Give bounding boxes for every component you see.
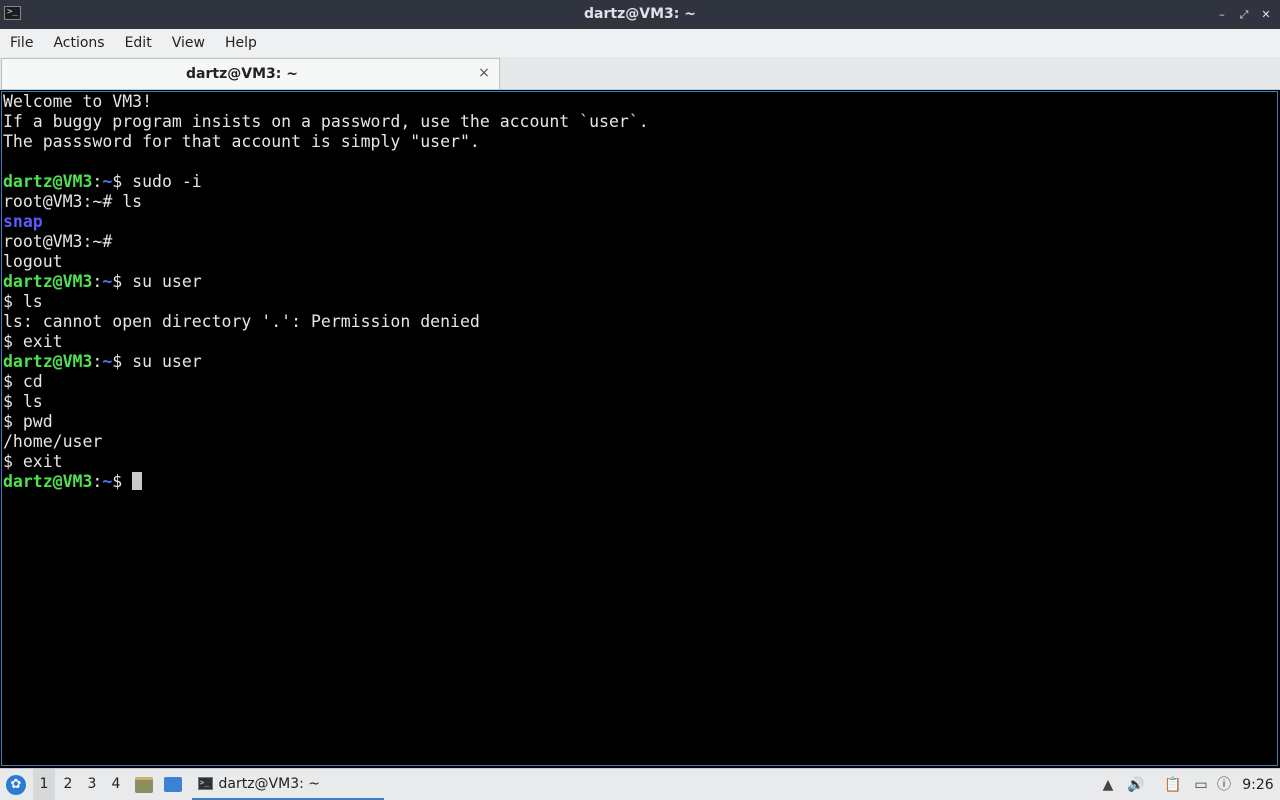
terminal-text: root@VM3:~# ls bbox=[3, 192, 143, 211]
terminal-text: : bbox=[92, 472, 103, 491]
terminal-text: ~ bbox=[102, 352, 113, 371]
clock[interactable]: 9:26 bbox=[1242, 777, 1273, 793]
terminal-text: ~ bbox=[102, 472, 113, 491]
terminal-text: : bbox=[92, 272, 103, 291]
workspace-1[interactable]: 1 bbox=[33, 769, 55, 800]
terminal-text: ~ bbox=[102, 272, 113, 291]
terminal-line: root@VM3:~# ls bbox=[3, 192, 1277, 212]
terminal-line: dartz@VM3:~$ sudo -i bbox=[3, 172, 1277, 192]
terminal-text: $ exit bbox=[3, 452, 63, 471]
terminal-text: ls: cannot open directory '.': Permissio… bbox=[3, 312, 480, 331]
terminal-text: snap bbox=[3, 212, 43, 231]
terminal-line: dartz@VM3:~$ su user bbox=[3, 352, 1277, 372]
terminal-text: : bbox=[92, 352, 103, 371]
terminal-text: dartz@VM3 bbox=[3, 472, 93, 491]
terminal-text: /home/user bbox=[3, 432, 103, 451]
terminal-text: The passsword for that account is simply… bbox=[3, 132, 480, 151]
tab-label: dartz@VM3: ~ bbox=[186, 66, 298, 82]
lxqt-start-icon[interactable]: ✿ bbox=[6, 774, 26, 795]
tab-bar: dartz@VM3: ~ × bbox=[0, 57, 1280, 90]
terminal-text: logout bbox=[3, 252, 63, 271]
terminal-text: $ su user bbox=[112, 272, 202, 291]
terminal-line: $ ls bbox=[3, 292, 1277, 312]
tab-close-icon[interactable]: × bbox=[477, 66, 491, 80]
terminal-line: ls: cannot open directory '.': Permissio… bbox=[3, 312, 1277, 332]
terminal-tab[interactable]: dartz@VM3: ~ × bbox=[1, 58, 500, 89]
menu-file[interactable]: File bbox=[0, 29, 43, 57]
terminal-line: snap bbox=[3, 212, 1277, 232]
taskbar-terminal-button[interactable]: >_ dartz@VM3: ~ bbox=[192, 769, 384, 800]
terminal-text: $ bbox=[112, 472, 133, 491]
maximize-icon[interactable]: ⤢ bbox=[1238, 8, 1250, 21]
clipboard-icon[interactable]: 📋 bbox=[1164, 776, 1182, 794]
terminal-line: Welcome to VM3! bbox=[3, 92, 1277, 112]
terminal-output[interactable]: Welcome to VM3! If a buggy program insist… bbox=[1, 91, 1278, 766]
network-icon[interactable]: ▭ bbox=[1192, 776, 1210, 794]
terminal-line: $ exit bbox=[3, 452, 1277, 472]
terminal-text: If a buggy program insists on a password… bbox=[3, 112, 649, 131]
update-icon[interactable]: ▲ bbox=[1099, 776, 1117, 794]
terminal-line: dartz@VM3:~$ bbox=[3, 472, 1277, 492]
terminal-line: $ exit bbox=[3, 332, 1277, 352]
terminal-text: $ cd bbox=[3, 372, 43, 391]
terminal-text: root@VM3:~# bbox=[3, 232, 113, 251]
show-desktop-icon[interactable] bbox=[164, 777, 182, 792]
menu-view[interactable]: View bbox=[162, 29, 215, 57]
file-manager-icon[interactable] bbox=[135, 776, 153, 793]
menu-actions[interactable]: Actions bbox=[43, 29, 114, 57]
terminal-line: root@VM3:~# bbox=[3, 232, 1277, 252]
menu-help[interactable]: Help bbox=[215, 29, 267, 57]
minimize-icon[interactable]: – bbox=[1216, 8, 1228, 21]
terminal-text: $ su user bbox=[112, 352, 202, 371]
close-icon[interactable]: ✕ bbox=[1260, 8, 1272, 21]
menu-bar: File Actions Edit View Help bbox=[0, 29, 1280, 57]
terminal-line: /home/user bbox=[3, 432, 1277, 452]
terminal-text: dartz@VM3 bbox=[3, 172, 93, 191]
task-label: dartz@VM3: ~ bbox=[218, 775, 321, 792]
terminal-text: $ ls bbox=[3, 292, 43, 311]
window-title: dartz@VM3: ~ bbox=[584, 6, 696, 22]
terminal-line: $ ls bbox=[3, 392, 1277, 412]
terminal-icon: >_ bbox=[197, 777, 213, 790]
terminal-text: $ exit bbox=[3, 332, 63, 351]
menu-edit[interactable]: Edit bbox=[115, 29, 162, 57]
terminal-line: If a buggy program insists on a password… bbox=[3, 112, 1277, 132]
terminal-line: The passsword for that account is simply… bbox=[3, 132, 1277, 152]
terminal-line: $ pwd bbox=[3, 412, 1277, 432]
terminal-line: $ cd bbox=[3, 372, 1277, 392]
terminal-text: : bbox=[92, 172, 103, 191]
terminal-text: $ pwd bbox=[3, 412, 53, 431]
workspace-3[interactable]: 3 bbox=[81, 769, 103, 800]
taskbar: ✿ 1 2 3 4 >_ dartz@VM3: ~ ▲ 🔊 📋 ▭ ⓘ 9:26 bbox=[0, 768, 1280, 800]
workspace-2[interactable]: 2 bbox=[57, 769, 79, 800]
terminal-text: dartz@VM3 bbox=[3, 272, 93, 291]
volume-icon[interactable]: 🔊 bbox=[1127, 776, 1145, 794]
terminal-cursor bbox=[132, 472, 143, 490]
terminal-text: ~ bbox=[102, 172, 113, 191]
terminal-text: $ ls bbox=[3, 392, 43, 411]
terminal-line: dartz@VM3:~$ su user bbox=[3, 272, 1277, 292]
notification-icon[interactable]: ⓘ bbox=[1216, 776, 1232, 794]
terminal-text: $ sudo -i bbox=[112, 172, 202, 191]
terminal-line: logout bbox=[3, 252, 1277, 272]
terminal-text: dartz@VM3 bbox=[3, 352, 93, 371]
terminal-text: Welcome to VM3! bbox=[3, 92, 153, 111]
workspace-4[interactable]: 4 bbox=[105, 769, 127, 800]
window-titlebar[interactable]: >_ dartz@VM3: ~ – ⤢ ✕ bbox=[0, 0, 1280, 29]
